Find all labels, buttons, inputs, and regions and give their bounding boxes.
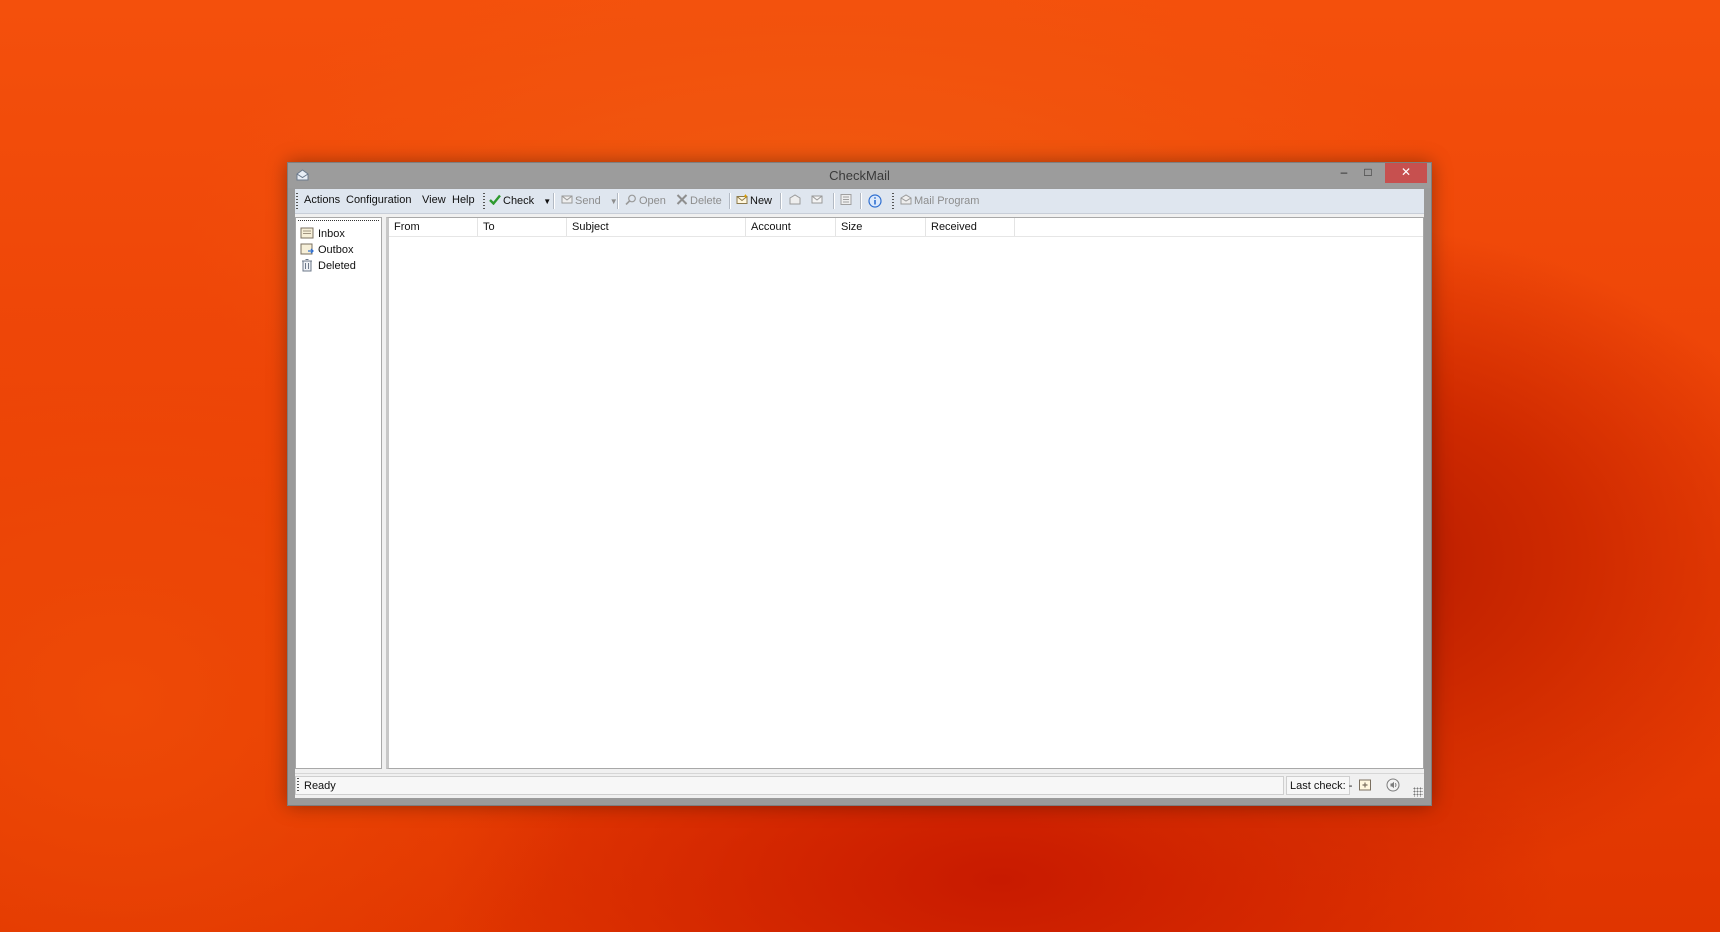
column-from[interactable]: From [389, 218, 478, 236]
send-label: Send [575, 195, 601, 207]
status-text: Ready [304, 780, 336, 792]
checkmail-window: CheckMail – □ ✕ Actions Configuration Vi… [287, 162, 1432, 806]
focus-indicator [298, 220, 379, 221]
check-button[interactable]: Check ▼ [489, 194, 551, 207]
trash-icon [302, 259, 312, 272]
open-label: Open [639, 195, 666, 207]
x-icon [676, 194, 688, 205]
checkmark-icon [489, 194, 501, 205]
new-mail-icon [736, 194, 748, 204]
column-account[interactable]: Account [746, 218, 836, 236]
toolbar-separator [617, 193, 619, 209]
folder-deleted-label: Deleted [318, 260, 356, 272]
sound-icon[interactable] [1386, 778, 1400, 792]
minimize-button[interactable]: – [1331, 163, 1357, 183]
mail-program-label: Mail Program [914, 195, 980, 207]
toolbar-separator [833, 193, 835, 209]
reply-button[interactable] [789, 194, 803, 207]
folder-tree[interactable]: Inbox Outbox Deleted [295, 217, 382, 769]
client-area: Actions Configuration View Help Check ▼ … [295, 189, 1424, 798]
reply-mail-icon [789, 194, 801, 205]
outbox-icon [300, 243, 314, 255]
toolbar-grip-2[interactable] [892, 193, 894, 209]
magnifier-icon [625, 194, 636, 205]
message-list-header: From To Subject Account Size Received [389, 218, 1423, 237]
toolbar-grip[interactable] [483, 193, 485, 209]
new-label: New [750, 195, 773, 207]
toolbar-separator [860, 193, 862, 209]
folder-outbox-label: Outbox [318, 244, 354, 256]
column-subject[interactable]: Subject [567, 218, 746, 236]
new-button[interactable]: New [736, 194, 772, 207]
delete-label: Delete [690, 195, 722, 207]
open-button[interactable]: Open [625, 194, 666, 207]
list-button[interactable] [840, 194, 854, 207]
column-size[interactable]: Size [836, 218, 926, 236]
folder-inbox[interactable]: Inbox [300, 226, 345, 241]
mail-envelope-button[interactable] [811, 194, 825, 207]
toolbar-separator [553, 193, 555, 209]
column-to[interactable]: To [478, 218, 567, 236]
status-panel: Ready [295, 776, 1284, 795]
title-bar[interactable]: CheckMail – □ ✕ [288, 163, 1431, 188]
folder-outbox[interactable]: Outbox [300, 242, 353, 257]
mail-program-icon [900, 194, 912, 205]
send-button[interactable]: Send ▼ [561, 194, 618, 207]
folder-inbox-label: Inbox [318, 228, 345, 240]
check-label: Check [503, 195, 535, 207]
close-button[interactable]: ✕ [1385, 163, 1427, 183]
menu-actions[interactable]: Actions [304, 194, 340, 206]
info-icon [868, 194, 882, 208]
status-grip [297, 778, 299, 793]
resize-grip[interactable] [1413, 787, 1423, 797]
menu-view[interactable]: View [422, 194, 446, 206]
check-dropdown-arrow[interactable]: ▼ [543, 197, 551, 206]
envelope-icon [811, 195, 823, 204]
schedule-icon[interactable] [1358, 778, 1372, 792]
inbox-icon [300, 227, 314, 239]
list-icon [840, 194, 852, 205]
menu-grip[interactable] [296, 193, 298, 209]
menu-configuration[interactable]: Configuration [346, 194, 411, 206]
message-list[interactable]: From To Subject Account Size Received [386, 217, 1424, 769]
last-check-text: Last check: - [1290, 780, 1353, 792]
delete-button[interactable]: Delete [676, 194, 722, 207]
status-bar: Ready Last check: - [295, 773, 1424, 798]
column-received[interactable]: Received [926, 218, 1015, 236]
toolbar-separator [729, 193, 731, 209]
last-check-panel: Last check: - [1286, 776, 1353, 795]
menu-help[interactable]: Help [452, 194, 475, 206]
mail-program-button[interactable]: Mail Program [900, 194, 979, 207]
send-mail-icon [561, 195, 573, 204]
toolbar: Actions Configuration View Help Check ▼ … [295, 189, 1424, 214]
folder-deleted[interactable]: Deleted [300, 258, 356, 273]
maximize-button[interactable]: □ [1355, 163, 1381, 183]
toolbar-separator [780, 193, 782, 209]
info-button[interactable] [868, 194, 884, 208]
window-title: CheckMail [829, 168, 890, 183]
